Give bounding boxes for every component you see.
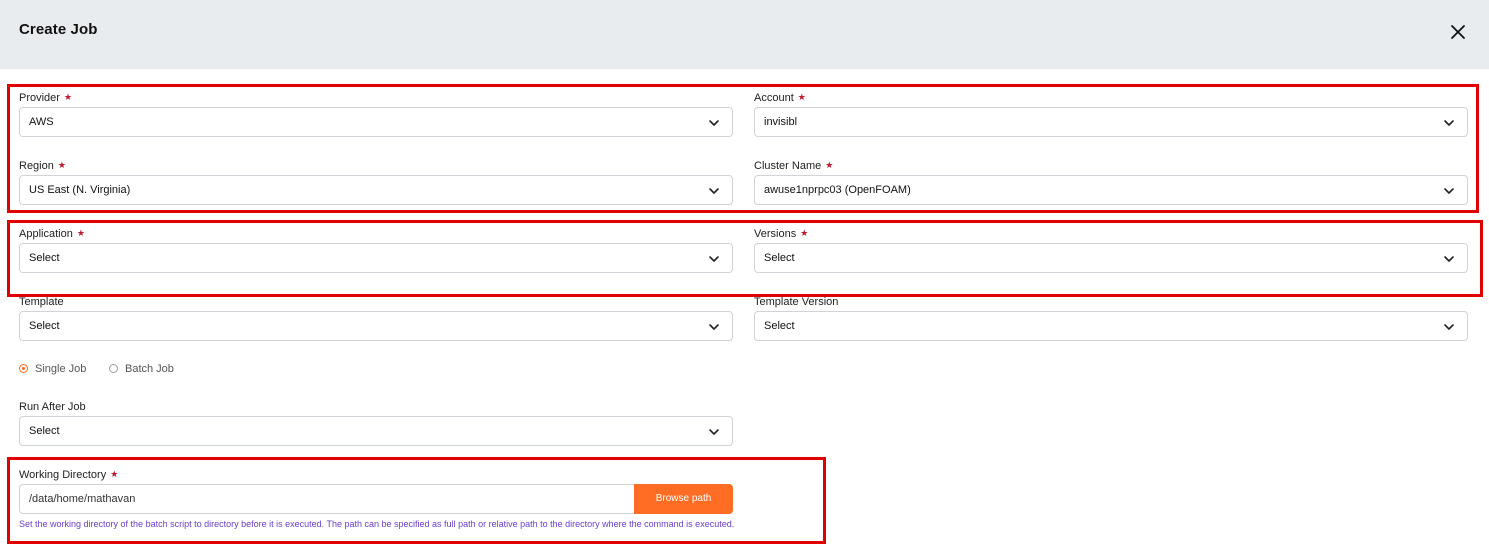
region-select[interactable]: US East (N. Virginia) xyxy=(19,175,733,205)
versions-field: Versions ★ Select xyxy=(754,228,1468,273)
required-marker: ★ xyxy=(57,160,66,170)
provider-select[interactable]: AWS xyxy=(19,107,733,137)
application-value: Select xyxy=(29,252,60,264)
template-version-select[interactable]: Select xyxy=(754,311,1468,341)
chevron-down-icon xyxy=(1444,188,1454,194)
region-label: Region ★ xyxy=(19,160,66,172)
working-directory-label: Working Directory ★ xyxy=(19,469,119,481)
modal-title: Create Job xyxy=(19,21,98,38)
provider-value: AWS xyxy=(29,116,54,128)
versions-label: Versions ★ xyxy=(754,228,809,240)
chevron-down-icon xyxy=(709,188,719,194)
account-field: Account ★ invisibl xyxy=(754,92,1468,137)
working-directory-value: /data/home/mathavan xyxy=(29,493,136,505)
required-marker: ★ xyxy=(797,92,806,102)
template-value: Select xyxy=(29,320,60,332)
provider-label: Provider ★ xyxy=(19,92,73,104)
template-version-field: Template Version Select xyxy=(754,296,1468,341)
browse-path-button[interactable]: Browse path xyxy=(634,484,733,514)
required-marker: ★ xyxy=(63,92,73,102)
chevron-down-icon xyxy=(709,256,719,262)
cluster-name-label: Cluster Name ★ xyxy=(754,160,834,172)
template-version-value: Select xyxy=(764,320,795,332)
application-field: Application ★ Select xyxy=(19,228,733,273)
account-value: invisibl xyxy=(764,116,798,128)
template-select[interactable]: Select xyxy=(19,311,733,341)
single-job-label: Single Job xyxy=(35,363,87,375)
template-label: Template xyxy=(19,296,64,308)
modal-header: Create Job xyxy=(0,0,1489,69)
required-marker: ★ xyxy=(825,160,834,170)
chevron-down-icon xyxy=(709,429,719,435)
working-directory-input[interactable]: /data/home/mathavan xyxy=(19,484,635,514)
account-label: Account ★ xyxy=(754,92,806,104)
run-after-job-field: Run After Job Select xyxy=(19,401,733,446)
cluster-name-field: Cluster Name ★ awuse1nprpc03 (OpenFOAM) xyxy=(754,160,1468,205)
working-directory-help: Set the working directory of the batch s… xyxy=(19,519,735,529)
radio-selected-icon xyxy=(19,364,28,373)
provider-field: Provider ★ AWS xyxy=(19,92,733,137)
account-select[interactable]: invisibl xyxy=(754,107,1468,137)
batch-job-label: Batch Job xyxy=(125,363,174,375)
required-marker: ★ xyxy=(76,228,85,238)
chevron-down-icon xyxy=(1444,120,1454,126)
versions-value: Select xyxy=(764,252,795,264)
run-after-job-select[interactable]: Select xyxy=(19,416,733,446)
chevron-down-icon xyxy=(1444,256,1454,262)
run-after-job-value: Select xyxy=(29,425,60,437)
close-icon[interactable] xyxy=(1446,20,1470,44)
run-after-job-label: Run After Job xyxy=(19,401,86,413)
required-marker: ★ xyxy=(110,469,119,479)
application-select[interactable]: Select xyxy=(19,243,733,273)
region-value: US East (N. Virginia) xyxy=(29,184,131,196)
application-label: Application ★ xyxy=(19,228,85,240)
chevron-down-icon xyxy=(1444,324,1454,330)
required-marker: ★ xyxy=(800,228,809,238)
chevron-down-icon xyxy=(709,324,719,330)
template-field: Template Select xyxy=(19,296,733,341)
region-field: Region ★ US East (N. Virginia) xyxy=(19,160,733,205)
cluster-name-select[interactable]: awuse1nprpc03 (OpenFOAM) xyxy=(754,175,1468,205)
radio-unselected-icon xyxy=(109,364,118,373)
chevron-down-icon xyxy=(709,120,719,126)
versions-select[interactable]: Select xyxy=(754,243,1468,273)
cluster-name-value: awuse1nprpc03 (OpenFOAM) xyxy=(764,184,911,196)
template-version-label: Template Version xyxy=(754,296,839,308)
